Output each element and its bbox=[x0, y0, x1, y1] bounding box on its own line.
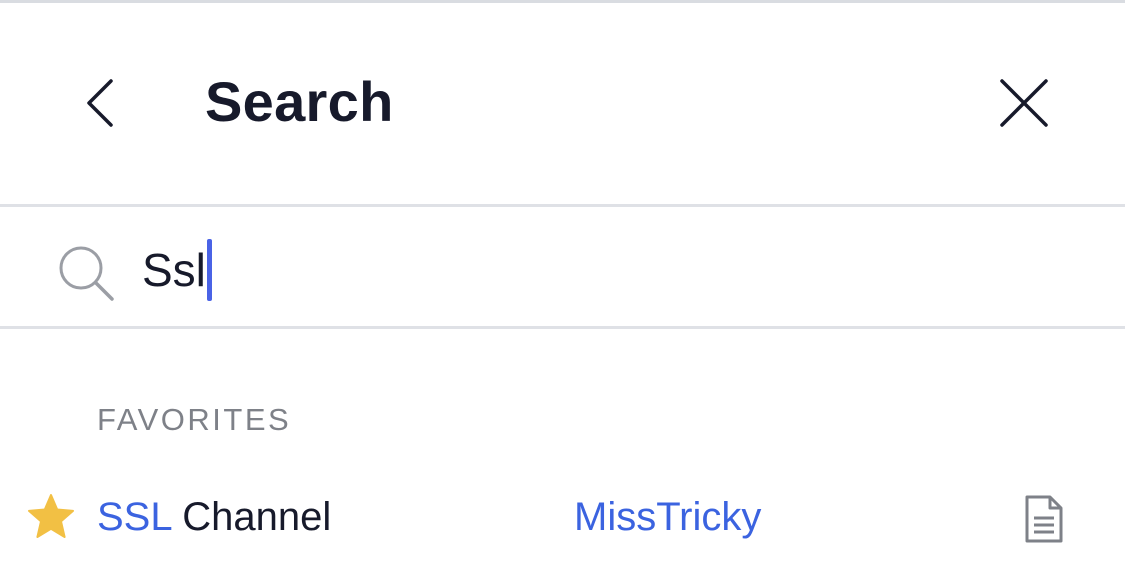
result-title-rest: Channel bbox=[171, 495, 332, 539]
search-icon bbox=[59, 246, 114, 301]
close-icon bbox=[1000, 79, 1048, 127]
star-icon[interactable] bbox=[26, 492, 76, 542]
back-button[interactable] bbox=[70, 65, 130, 141]
favorites-section-header: FAVORITES bbox=[97, 402, 292, 437]
result-title-match: SSL bbox=[97, 495, 172, 539]
search-bar[interactable]: Ssl bbox=[0, 207, 1125, 326]
close-button[interactable] bbox=[990, 69, 1058, 137]
result-owner-link[interactable]: MissTricky bbox=[574, 492, 761, 542]
search-input[interactable]: Ssl bbox=[142, 235, 212, 305]
search-divider bbox=[0, 326, 1125, 329]
search-screen: Search Ssl FAVORITES SSL Channel MissTri… bbox=[0, 0, 1125, 577]
search-input-text[interactable]: Ssl bbox=[142, 240, 206, 300]
chevron-left-icon bbox=[87, 79, 113, 127]
header: Search bbox=[0, 3, 1125, 204]
document-icon bbox=[1025, 495, 1063, 543]
favorite-result-row[interactable]: SSL Channel MissTricky bbox=[0, 478, 1125, 558]
result-title[interactable]: SSL Channel bbox=[97, 492, 331, 542]
page-title: Search bbox=[205, 70, 394, 133]
text-caret bbox=[206, 239, 212, 301]
